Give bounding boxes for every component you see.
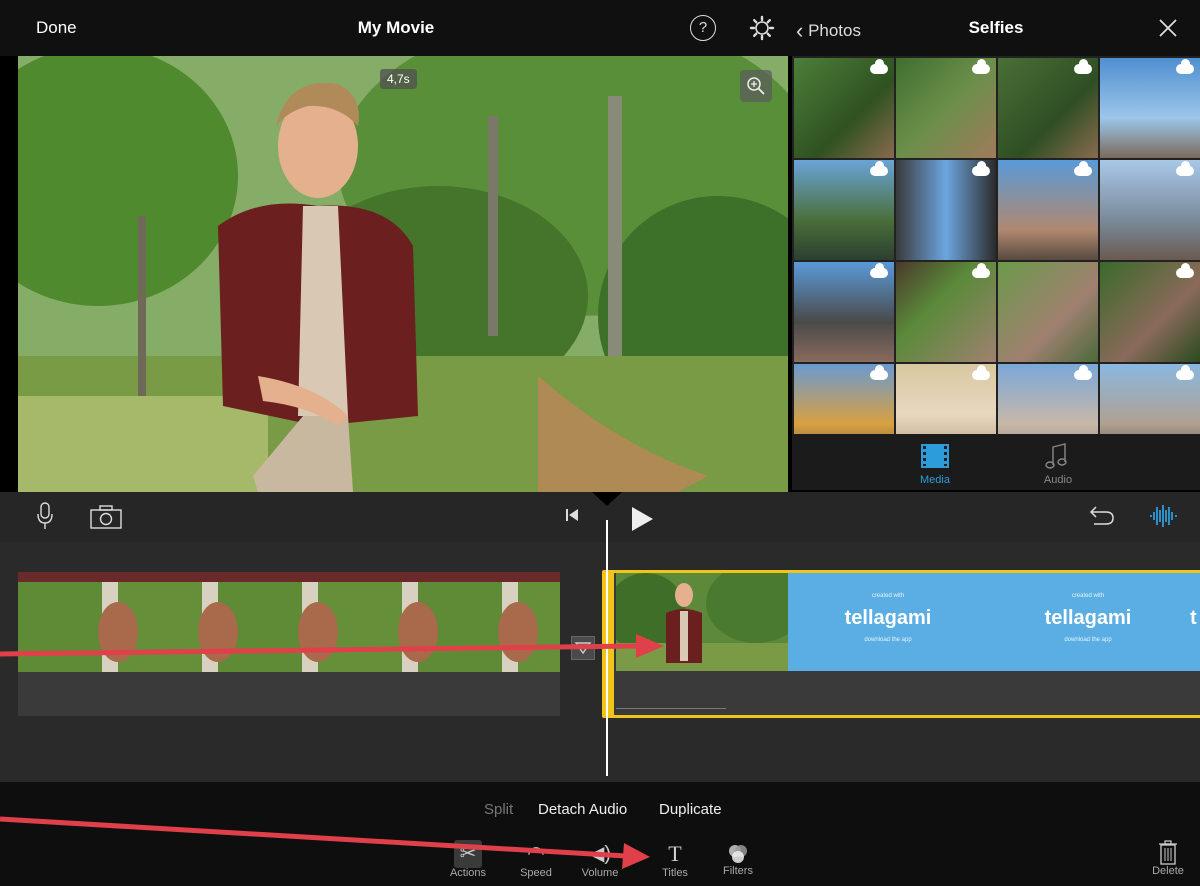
close-icon[interactable] (1156, 16, 1180, 40)
audio-waveform-line (616, 708, 726, 713)
volume-icon: ◀) (588, 843, 612, 865)
icloud-icon (1074, 161, 1092, 176)
camera-icon[interactable] (90, 505, 122, 529)
photo-thumbnail[interactable] (998, 262, 1098, 362)
clip-trim-handle[interactable] (602, 570, 614, 718)
detach-audio-button[interactable]: Detach Audio (538, 801, 627, 818)
photo-thumbnail[interactable] (1100, 262, 1200, 362)
tellagami-partial-letter: t (1190, 607, 1197, 629)
tellagami-logo: tellagami (844, 607, 932, 629)
delete-label: Delete (1152, 865, 1184, 877)
tool-titles[interactable]: T Titles (645, 840, 705, 879)
tool-filters[interactable]: Filters (708, 840, 768, 877)
photo-thumbnail[interactable] (794, 58, 894, 158)
photo-thumbnail[interactable] (1100, 160, 1200, 260)
settings-gear-icon[interactable] (748, 14, 776, 42)
media-tab-bar (792, 434, 1200, 490)
photo-thumbnail[interactable] (1100, 58, 1200, 158)
tool-actions-label: Actions (449, 867, 487, 879)
clip-audio-track (18, 672, 560, 716)
photo-grid (792, 56, 1200, 464)
tellagami-top-text: created with (1071, 593, 1105, 599)
icloud-icon (972, 263, 990, 278)
undo-icon[interactable] (1088, 503, 1116, 527)
audio-waveform-icon[interactable] (1148, 504, 1178, 528)
photo-thumbnail[interactable] (998, 58, 1098, 158)
icloud-icon (870, 161, 888, 176)
project-title: My Movie (357, 18, 435, 37)
icloud-icon (870, 365, 888, 380)
tool-actions[interactable]: ✂ Actions (438, 840, 498, 879)
icloud-icon (972, 161, 990, 176)
icloud-icon (1176, 263, 1194, 278)
help-button[interactable]: ? (690, 15, 716, 41)
icloud-icon (870, 263, 888, 278)
tellagami-tile: created with tellagami download the app (988, 573, 1188, 671)
photo-thumbnail[interactable] (794, 262, 894, 362)
timeline-clip-photos[interactable] (18, 572, 560, 672)
duplicate-button[interactable]: Duplicate (659, 801, 722, 818)
microphone-icon[interactable] (36, 502, 54, 530)
skip-to-start-icon[interactable] (564, 507, 580, 523)
icloud-icon (972, 365, 990, 380)
zoom-icon[interactable] (740, 70, 772, 102)
photo-thumbnail[interactable] (998, 160, 1098, 260)
preview-scene-image (18, 56, 788, 492)
tool-speed[interactable]: ◠ Speed (506, 840, 566, 879)
tool-speed-label: Speed (520, 867, 552, 879)
playhead[interactable] (606, 520, 608, 776)
clip-filmstrip-image (18, 572, 560, 672)
icloud-icon (1074, 365, 1092, 380)
icloud-icon (972, 59, 990, 74)
tool-filters-label: Filters (723, 865, 753, 877)
album-title: Selfies (968, 18, 1024, 37)
tool-titles-label: Titles (662, 867, 688, 879)
icloud-icon (870, 59, 888, 74)
trash-icon (1146, 840, 1190, 866)
speed-icon: ◠ (527, 843, 545, 865)
icloud-icon (1074, 59, 1092, 74)
video-preview[interactable] (18, 56, 788, 492)
photo-thumbnail[interactable] (896, 262, 996, 362)
music-note-icon[interactable] (1045, 443, 1069, 471)
filters-icon (708, 842, 768, 866)
icloud-icon (1176, 161, 1194, 176)
transition-icon[interactable] (571, 636, 595, 660)
tellagami-top-text: created with (871, 593, 905, 599)
delete-button[interactable]: Delete (1146, 840, 1190, 877)
icloud-icon (1176, 365, 1194, 380)
tool-volume-label: Volume (581, 867, 619, 879)
tellagami-tile-partial: t (1188, 573, 1200, 671)
play-icon[interactable] (630, 506, 654, 532)
tellagami-bottom-text: download the app (864, 637, 912, 643)
film-icon[interactable] (920, 443, 950, 469)
clip-duration-badge: 4,7s (380, 69, 417, 89)
tellagami-logo: tellagami (1044, 607, 1132, 629)
tool-volume[interactable]: ◀) Volume (570, 840, 630, 879)
tellagami-tile: created with tellagami download the app (788, 573, 988, 671)
clip-thumbnail (616, 573, 788, 671)
playhead-marker-icon (592, 492, 622, 506)
photo-thumbnail[interactable] (794, 160, 894, 260)
photo-thumbnail[interactable] (896, 160, 996, 260)
tellagami-bottom-text: download the app (1064, 637, 1112, 643)
scissors-icon: ✂ (454, 840, 482, 868)
photo-thumbnail[interactable] (896, 58, 996, 158)
tab-audio[interactable]: Audio (1028, 474, 1088, 486)
icloud-icon (1176, 59, 1194, 74)
split-button[interactable]: Split (484, 801, 513, 818)
tab-media[interactable]: Media (905, 474, 965, 486)
titles-icon: T (668, 841, 682, 866)
